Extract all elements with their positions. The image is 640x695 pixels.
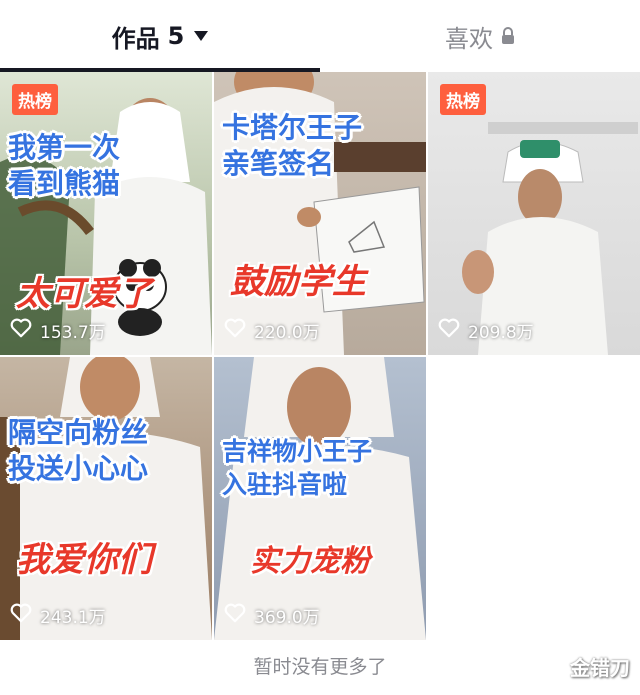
like-count: 209.8万 (438, 318, 534, 343)
tab-works[interactable]: 作品 5 (0, 0, 320, 72)
tab-works-count: 5 (167, 22, 185, 50)
caption-line: 亲笔签名 (222, 147, 335, 180)
video-caption: 吉祥物小王子 入驻抖音啦 (222, 435, 418, 501)
watermark: 金错刀 (570, 656, 630, 680)
lock-icon (501, 27, 515, 45)
video-thumbnail-art (0, 357, 212, 640)
heart-icon (438, 318, 460, 343)
tab-likes-label: 喜欢 (445, 24, 493, 53)
like-count-value: 209.8万 (468, 323, 534, 343)
heart-icon (10, 603, 32, 628)
caption-line: 看到熊猫 (8, 167, 121, 200)
like-count: 243.1万 (10, 603, 106, 628)
like-count-value: 243.1万 (40, 608, 106, 628)
video-tile[interactable]: 隔空向粉丝 投送小心心 我爱你们 243.1万 (0, 357, 212, 640)
like-count-value: 220.0万 (254, 323, 320, 343)
video-highlight: 太可爱了 (16, 274, 152, 314)
no-more-content-text: 暂时没有更多了 (253, 656, 387, 678)
like-count-value: 153.7万 (40, 323, 106, 343)
tab-likes[interactable]: 喜欢 (320, 0, 640, 72)
like-count: 220.0万 (224, 318, 320, 343)
video-highlight: 我爱你们 (16, 540, 152, 580)
video-caption: 我第一次 看到熊猫 (8, 130, 204, 202)
chevron-down-icon[interactable] (194, 31, 209, 41)
like-count: 369.0万 (224, 603, 320, 628)
video-highlight: 鼓励学生 (230, 262, 366, 302)
heart-icon (224, 603, 246, 628)
video-tile[interactable]: 热榜 209.8万 (428, 72, 640, 355)
caption-line: 吉祥物小王子 (222, 437, 373, 466)
caption-line: 隔空向粉丝 (8, 416, 149, 449)
heart-icon (224, 318, 246, 343)
video-caption: 隔空向粉丝 投送小心心 (8, 415, 204, 487)
caption-line: 入驻抖音啦 (222, 470, 348, 499)
video-grid: 热榜 我第一次 看到熊猫 太可爱了 153.7万 卡塔尔王子 亲笔签名 鼓励学生 (0, 72, 640, 642)
hot-badge: 热榜 (12, 84, 58, 115)
video-tile[interactable]: 热榜 我第一次 看到熊猫 太可爱了 153.7万 (0, 72, 212, 355)
caption-line: 卡塔尔王子 (222, 111, 363, 144)
video-tile[interactable]: 吉祥物小王子 入驻抖音啦 实力宠粉 369.0万 (214, 357, 426, 640)
profile-tabs: 作品 5 喜欢 (0, 0, 640, 72)
caption-line: 我第一次 (8, 131, 121, 164)
tab-works-label: 作品 (111, 24, 160, 53)
like-count-value: 369.0万 (254, 608, 320, 628)
video-caption: 卡塔尔王子 亲笔签名 (222, 110, 418, 182)
heart-icon (10, 318, 32, 343)
hot-badge: 热榜 (440, 84, 486, 115)
like-count: 153.7万 (10, 318, 106, 343)
caption-line: 投送小心心 (8, 452, 149, 485)
video-highlight: 实力宠粉 (250, 544, 370, 579)
video-tile[interactable]: 卡塔尔王子 亲笔签名 鼓励学生 220.0万 (214, 72, 426, 355)
